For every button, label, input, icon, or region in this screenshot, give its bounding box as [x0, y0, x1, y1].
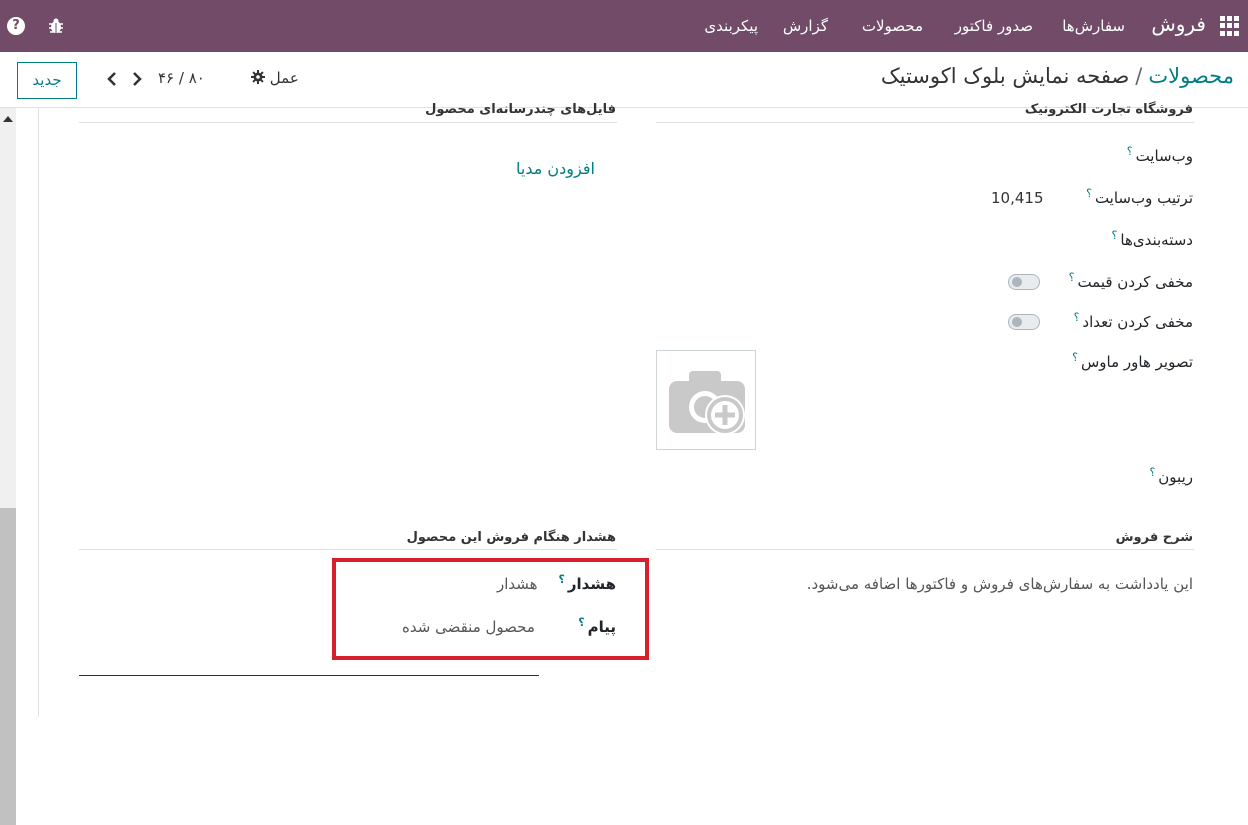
sheet-border	[38, 108, 39, 717]
scroll-up-icon[interactable]	[3, 116, 13, 122]
help-tooltip-icon[interactable]: ؟	[1074, 311, 1080, 324]
menu-reporting[interactable]: گزارش	[783, 17, 828, 35]
action-label: عمل	[269, 69, 299, 87]
highlight-annotation-box	[332, 558, 649, 660]
control-panel: محصولات/صفحه نمایش بلوک اکوستیک جدید ۴۶ …	[0, 52, 1248, 108]
help-tooltip-icon[interactable]: ؟	[1127, 145, 1133, 158]
menu-invoicing[interactable]: صدور فاکتور	[955, 17, 1033, 35]
hide-price-toggle[interactable]	[1008, 274, 1040, 290]
breadcrumb-current: صفحه نمایش بلوک اکوستیک	[880, 64, 1130, 88]
media-group-title: فایل‌های چندرسانه‌ای محصول	[425, 102, 616, 117]
new-button[interactable]: جدید	[17, 62, 77, 99]
message-input-underline	[79, 675, 539, 676]
help-tooltip-icon[interactable]: ؟	[1069, 271, 1075, 284]
pager-value[interactable]: ۴۶ / ۸۰	[158, 69, 205, 87]
help-tooltip-icon[interactable]: ؟	[1072, 351, 1078, 364]
breadcrumb: محصولات/صفحه نمایش بلوک اکوستیک	[881, 64, 1234, 88]
breadcrumb-separator: /	[1135, 64, 1143, 88]
sales-description-title: شرح فروش	[1115, 530, 1193, 545]
sale-warning-divider	[79, 549, 617, 550]
app-brand[interactable]: فروش	[1151, 12, 1206, 36]
website-sequence-label: ترتیب وب‌سایت؟	[1086, 187, 1193, 207]
categories-label: دسته‌بندی‌ها؟	[1111, 229, 1193, 249]
sales-description-text[interactable]: این یادداشت به سفارش‌های فروش و فاکتورها…	[807, 575, 1193, 593]
sales-description-divider	[656, 549, 1194, 550]
help-tooltip-icon[interactable]: ؟	[1149, 466, 1155, 479]
top-navbar: فروش سفارش‌ها صدور فاکتور محصولات گزارش …	[0, 0, 1248, 52]
menu-products[interactable]: محصولات	[862, 17, 923, 35]
ecommerce-group-title: فروشگاه تجارت الکترونیک	[1024, 102, 1193, 117]
sale-warning-title: هشدار هنگام فروش این محصول	[406, 530, 616, 545]
help-tooltip-icon[interactable]: ؟	[1112, 229, 1118, 242]
breadcrumb-parent[interactable]: محصولات	[1148, 64, 1234, 88]
gear-icon	[251, 70, 265, 84]
hide-price-label: مخفی کردن قیمت؟	[1068, 271, 1193, 291]
hide-quantity-toggle[interactable]	[1008, 314, 1040, 330]
hover-image-upload[interactable]	[656, 350, 756, 450]
bug-icon[interactable]	[47, 17, 65, 35]
ribbon-label: ریبون؟	[1149, 466, 1193, 486]
add-media-link[interactable]: افزودن مدیا	[516, 159, 595, 178]
hover-image-label: تصویر هاور ماوس؟	[1072, 351, 1193, 371]
menu-configuration[interactable]: پیکربندی	[704, 17, 758, 35]
help-icon[interactable]: ?	[7, 17, 25, 35]
media-group-divider	[79, 122, 617, 123]
pager-previous-icon[interactable]	[105, 69, 119, 89]
website-sequence-value[interactable]: 10,415	[991, 189, 1044, 207]
menu-orders[interactable]: سفارش‌ها	[1062, 17, 1125, 35]
website-label: وب‌سایت؟	[1126, 145, 1193, 165]
help-tooltip-icon[interactable]: ؟	[1086, 187, 1092, 200]
action-menu[interactable]: عمل	[251, 69, 299, 87]
hide-quantity-label: مخفی کردن تعداد؟	[1073, 311, 1193, 331]
pager-next-icon[interactable]	[130, 69, 144, 89]
vertical-scrollbar[interactable]	[0, 108, 16, 825]
camera-add-icon	[669, 371, 745, 435]
scrollbar-thumb[interactable]	[0, 508, 16, 825]
ecommerce-group-divider	[656, 122, 1194, 123]
apps-grid-icon[interactable]	[1220, 16, 1240, 36]
